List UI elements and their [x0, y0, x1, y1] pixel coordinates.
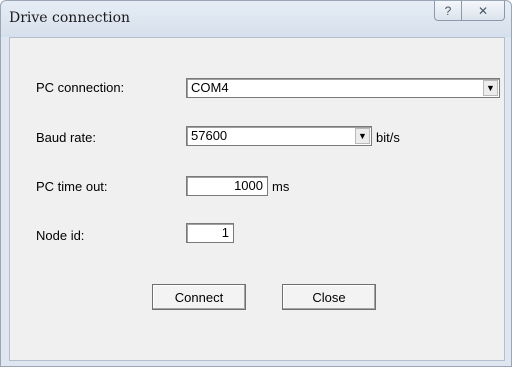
- close-window-button[interactable]: ✕: [462, 1, 505, 21]
- window-title: Drive connection: [9, 10, 131, 26]
- title-bar-buttons: ? ✕: [434, 1, 505, 21]
- node-id-value: 1: [221, 225, 229, 240]
- baud-rate-unit: bit/s: [376, 130, 400, 145]
- close-button[interactable]: Close: [282, 284, 376, 310]
- baud-rate-value: 57600: [191, 128, 228, 143]
- chevron-down-icon: ▼: [358, 130, 367, 141]
- connect-button[interactable]: Connect: [152, 284, 246, 310]
- drive-connection-dialog: Drive connection ? ✕ PC connection: COM4…: [0, 0, 512, 367]
- baud-rate-label: Baud rate:: [36, 130, 96, 145]
- baud-rate-dropdown-button[interactable]: ▼: [355, 128, 370, 144]
- pc-time-out-label: PC time out:: [36, 179, 108, 194]
- help-button[interactable]: ?: [434, 1, 462, 21]
- close-icon: ✕: [477, 3, 489, 18]
- pc-time-out-value: 1000: [234, 178, 263, 193]
- node-id-label: Node id:: [36, 228, 85, 243]
- node-id-input[interactable]: 1: [186, 223, 234, 243]
- pc-connection-value: COM4: [191, 80, 229, 95]
- pc-time-out-unit: ms: [272, 179, 290, 194]
- pc-connection-select[interactable]: COM4 ▼: [186, 78, 500, 98]
- dialog-body: PC connection: COM4 ▼ Baud rate: 57600 ▼…: [9, 37, 505, 361]
- pc-connection-dropdown-button[interactable]: ▼: [483, 80, 498, 96]
- chevron-down-icon: ▼: [486, 82, 495, 93]
- pc-time-out-input[interactable]: 1000: [186, 176, 268, 196]
- baud-rate-select[interactable]: 57600 ▼: [186, 126, 372, 146]
- title-bar[interactable]: Drive connection ? ✕: [1, 1, 511, 37]
- pc-connection-label: PC connection:: [36, 80, 125, 95]
- help-icon: ?: [444, 3, 452, 18]
